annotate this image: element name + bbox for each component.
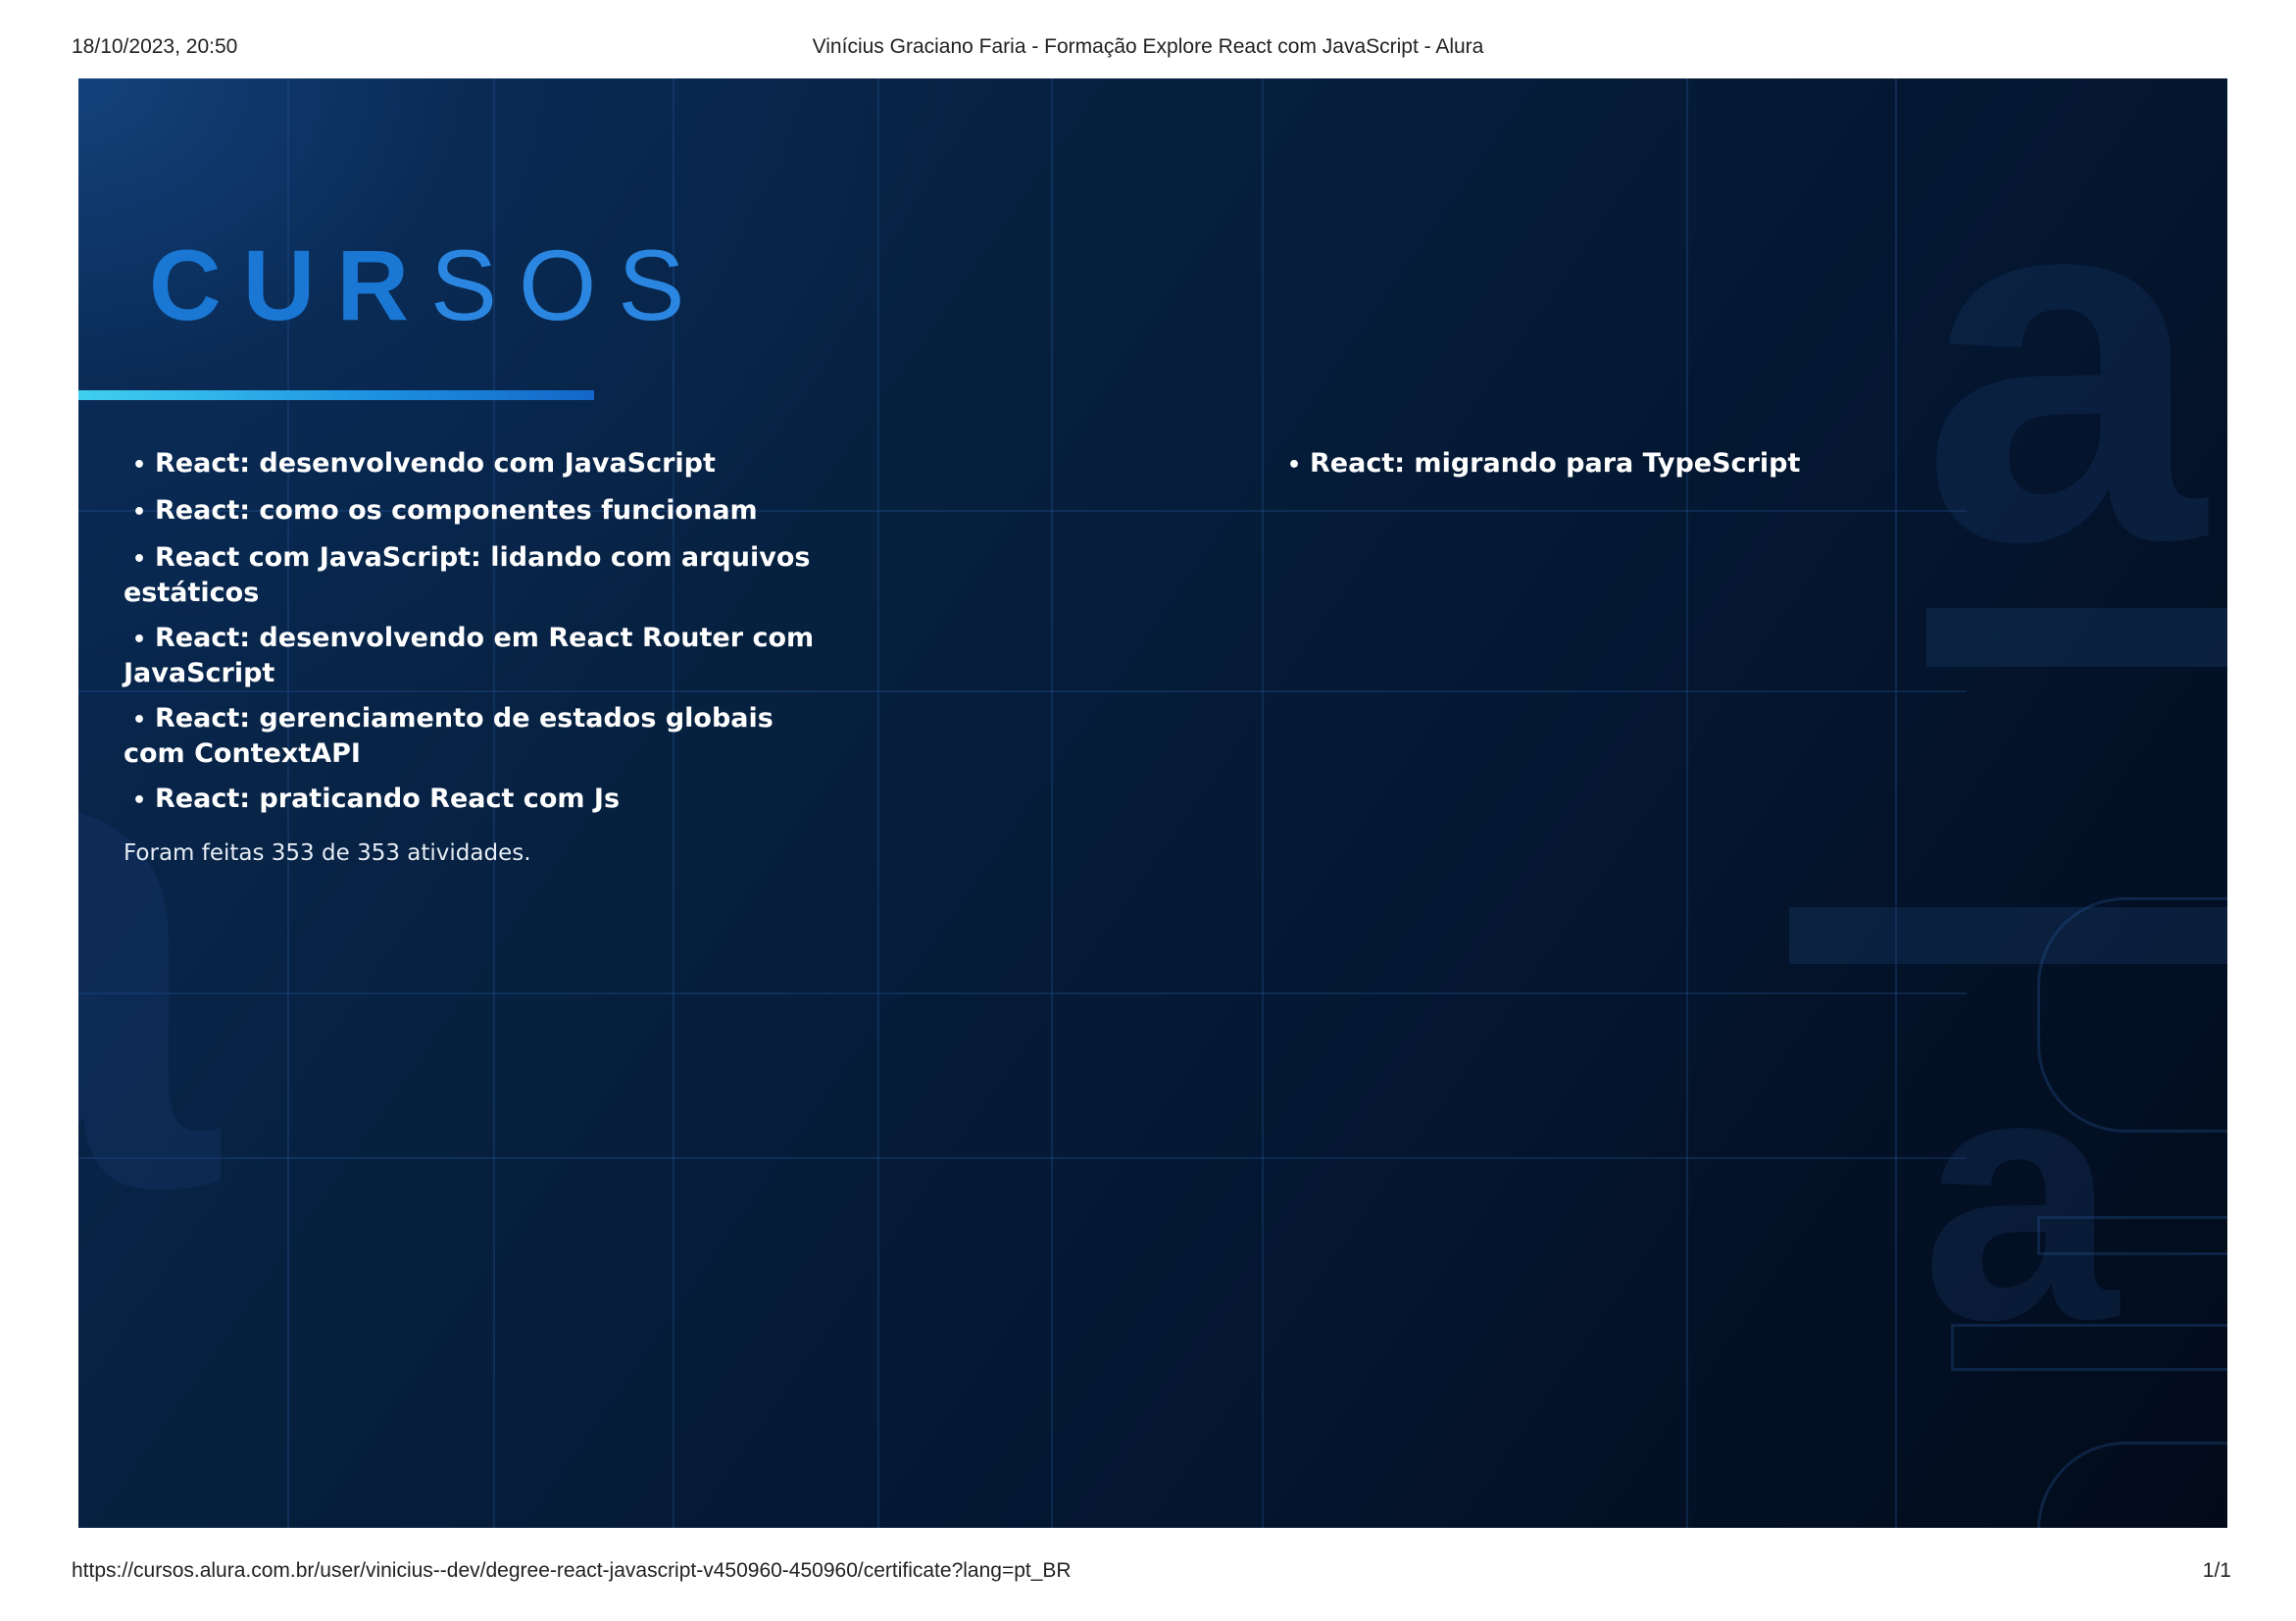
section-title-light: SOS — [429, 229, 707, 341]
watermark-outline-shape — [2037, 1216, 2227, 1255]
bullet-icon: • — [1286, 453, 1302, 478]
grid-line — [1051, 78, 1053, 1528]
print-page-title: Vinícius Graciano Faria - Formação Explo… — [812, 35, 1484, 58]
print-header: 18/10/2023, 20:50 Vinícius Graciano Fari… — [0, 35, 2296, 75]
list-item: • React: desenvolvendo com JavaScript — [124, 447, 829, 482]
course-name: React com JavaScript: lidando com arquiv… — [124, 542, 811, 608]
watermark-outline-shape — [1951, 1324, 2227, 1371]
bullet-icon: • — [131, 453, 147, 478]
list-item: • React: desenvolvendo em React Router co… — [124, 622, 829, 690]
course-name: React: como os componentes funcionam — [155, 495, 758, 526]
course-name: React: gerenciamento de estados globais … — [124, 703, 774, 769]
course-name: React: desenvolvendo em React Router com… — [124, 623, 815, 688]
list-item: • React: gerenciamento de estados globais… — [124, 702, 829, 771]
grid-line — [877, 78, 879, 1528]
list-item: • React: como os componentes funcionam — [124, 494, 829, 530]
bullet-icon: • — [131, 500, 147, 525]
section-title-bold: CUR — [149, 229, 430, 341]
list-item: • React: migrando para TypeScript — [1278, 447, 1984, 482]
grid-line — [78, 992, 1967, 994]
watermark-bar — [1926, 608, 2227, 667]
watermark-logo: a — [1922, 999, 2119, 1393]
activities-summary: Foram feitas 353 de 353 atividades. — [124, 840, 531, 866]
bullet-icon: • — [131, 547, 147, 572]
certificate-panel: a a a CURSOS •React: desenvolvendo com J… — [78, 78, 2227, 1528]
print-footer: https://cursos.alura.com.br/user/viniciu… — [0, 1559, 2296, 1598]
watermark-outline-shape — [2037, 1442, 2227, 1528]
course-list-right: • React: migrando para TypeScript — [1278, 447, 1984, 494]
grid-line — [1686, 78, 1688, 1528]
section-title: CURSOS — [149, 235, 706, 335]
list-item: • React: praticando React com Js — [124, 783, 829, 818]
course-name: React: desenvolvendo com JavaScript — [155, 448, 716, 479]
watermark-logo: a — [1922, 78, 2206, 647]
bullet-icon: • — [131, 708, 147, 733]
course-list-left: • React: desenvolvendo com JavaScript • Re… — [124, 447, 829, 830]
course-name: React: praticando React com Js — [155, 784, 621, 814]
print-page-number: 1/1 — [2202, 1559, 2231, 1582]
grid-line — [78, 1157, 1967, 1159]
print-url: https://cursos.alura.com.br/user/viniciu… — [72, 1559, 1072, 1582]
title-accent-line — [78, 390, 594, 400]
grid-line — [1895, 78, 1897, 1528]
bullet-icon: • — [131, 628, 147, 652]
bullet-icon: • — [131, 788, 147, 813]
course-name: React: migrando para TypeScript — [1310, 448, 1801, 479]
grid-line — [1262, 78, 1264, 1528]
list-item: • React com JavaScript: lidando com arqui… — [124, 541, 829, 610]
